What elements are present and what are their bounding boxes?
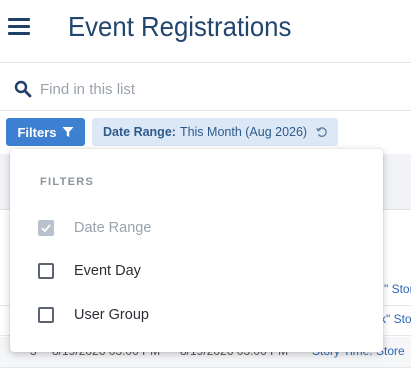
filters-heading: FILTERS (40, 176, 95, 188)
search-bar (0, 68, 411, 111)
chip-value: This Month (Aug 2026) (179, 125, 308, 139)
event-cell[interactable]: k" Sto (380, 312, 411, 326)
page-title: Event Registrations (68, 11, 292, 42)
date-range-checkbox (38, 220, 54, 236)
filters-dropdown: FILTERS Date Range Event Day User Group (10, 149, 383, 352)
filter-option-date-range: Date Range (38, 217, 358, 239)
hamburger-menu-icon[interactable] (8, 16, 32, 38)
funnel-icon (62, 127, 73, 137)
chip-key: Date Range: (103, 125, 176, 139)
search-icon (14, 80, 32, 98)
filter-option-label: Event Day (74, 263, 141, 279)
filter-option-label: Date Range (74, 220, 152, 236)
filters-button-label: Filters (17, 124, 57, 140)
reset-icon[interactable] (316, 126, 328, 138)
event-day-checkbox[interactable] (38, 263, 54, 279)
event-cell[interactable]: " Stor (384, 282, 411, 296)
date-range-chip[interactable]: Date Range: This Month (Aug 2026) (92, 118, 339, 146)
filter-option-event-day[interactable]: Event Day (38, 260, 358, 282)
search-input[interactable] (40, 77, 400, 101)
filters-button[interactable]: Filters (6, 118, 85, 146)
app-header: Event Registrations (0, 0, 411, 63)
filter-option-user-group[interactable]: User Group (38, 304, 358, 326)
user-group-checkbox[interactable] (38, 307, 54, 323)
filter-option-label: User Group (74, 307, 149, 323)
checkmark-icon (41, 224, 51, 233)
